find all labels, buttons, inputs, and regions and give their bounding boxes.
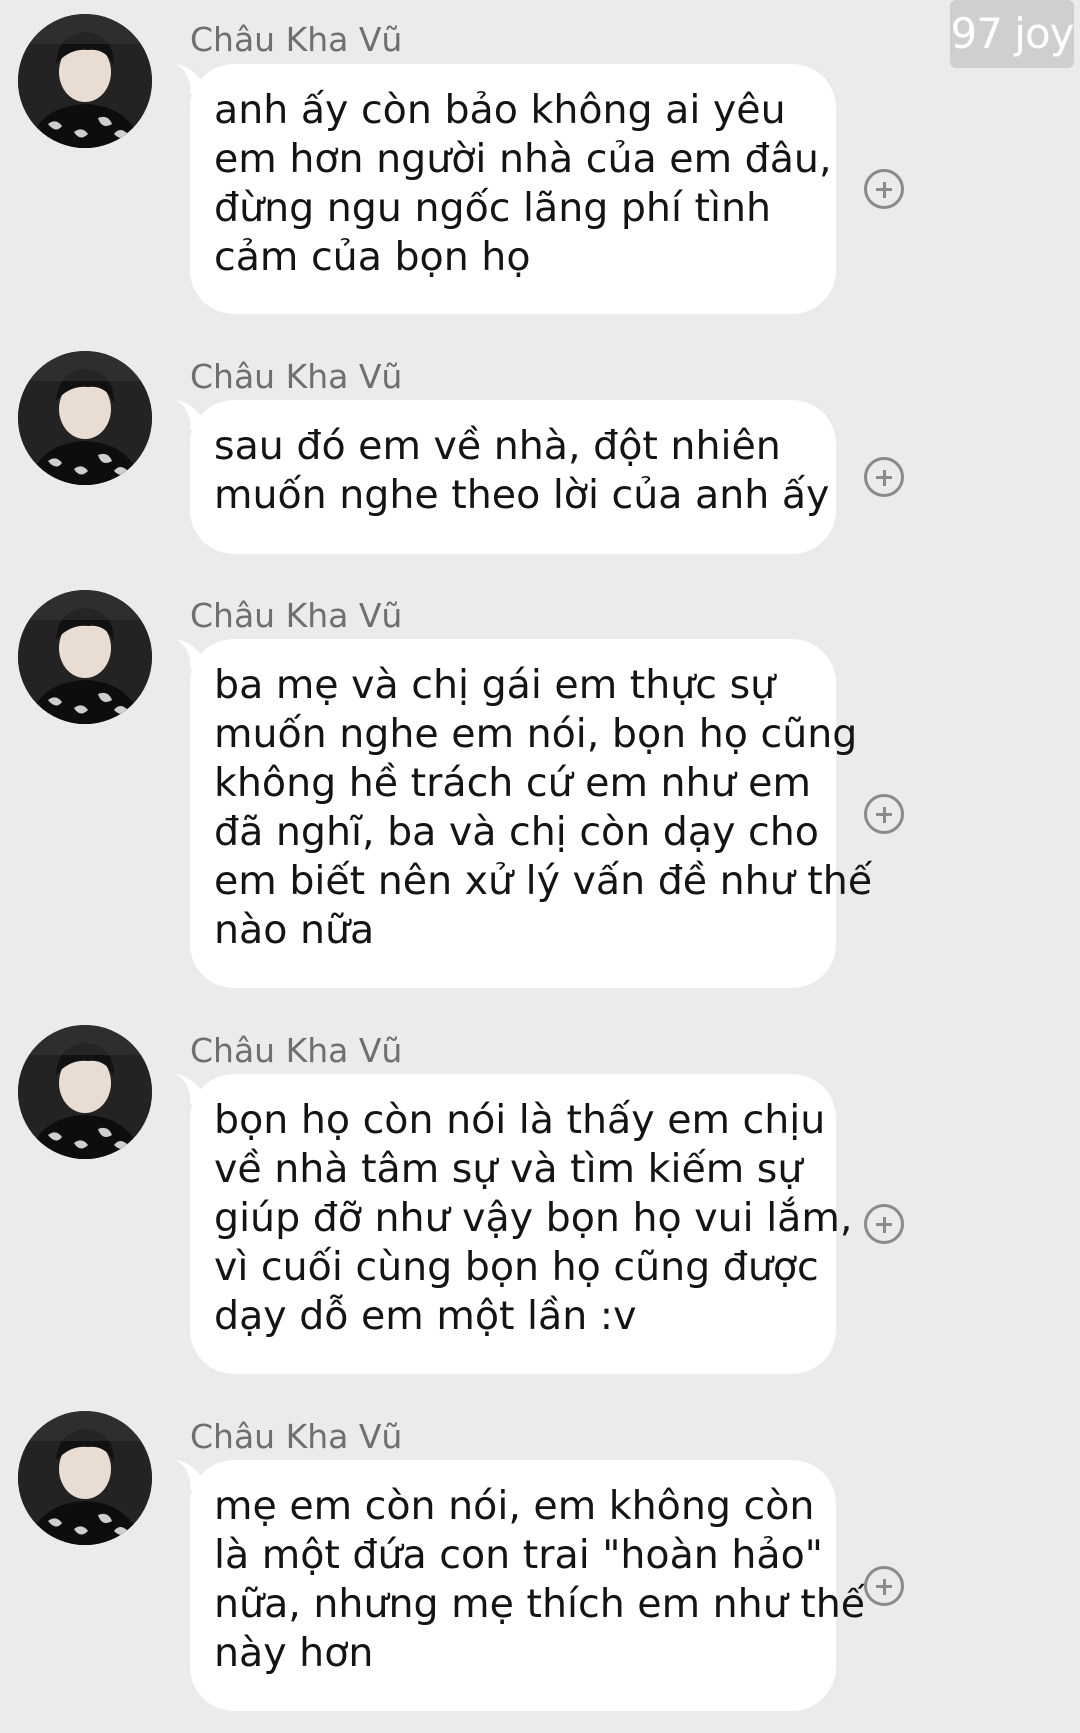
avatar[interactable] bbox=[18, 590, 152, 724]
sender-name: Châu Kha Vũ bbox=[190, 1417, 403, 1456]
message-line: dạy dỗ em một lần :v bbox=[214, 1293, 637, 1339]
message-line: muốn nghe em nói, bọn họ cũng bbox=[214, 711, 858, 757]
avatar[interactable] bbox=[18, 1025, 152, 1159]
message-line: vì cuối cùng bọn họ cũng được bbox=[214, 1244, 819, 1290]
message-line: em biết nên xử lý vấn đề như thế bbox=[214, 858, 873, 904]
message-bubble[interactable]: sau đó em về nhà, đột nhiên muốn nghe th… bbox=[190, 400, 836, 554]
add-reaction-icon[interactable] bbox=[864, 169, 904, 209]
message-line: cảm của bọn họ bbox=[214, 234, 531, 280]
avatar[interactable] bbox=[18, 14, 152, 148]
add-reaction-icon[interactable] bbox=[864, 457, 904, 497]
message-line: mẹ em còn nói, em không còn bbox=[214, 1483, 815, 1529]
sender-name: Châu Kha Vũ bbox=[190, 20, 403, 59]
sender-name: Châu Kha Vũ bbox=[190, 1031, 403, 1070]
message-line: ba mẹ và chị gái em thực sự bbox=[214, 662, 776, 708]
watermark: 97 joy bbox=[950, 0, 1075, 68]
add-reaction-icon[interactable] bbox=[864, 1204, 904, 1244]
message-line: em hơn người nhà của em đâu, bbox=[214, 136, 832, 182]
message-line: này hơn bbox=[214, 1630, 374, 1676]
message-line: anh ấy còn bảo không ai yêu bbox=[214, 87, 786, 133]
message-line: nữa, nhưng mẹ thích em như thế bbox=[214, 1581, 866, 1627]
message-line: đừng ngu ngốc lãng phí tình bbox=[214, 185, 772, 231]
message-bubble[interactable]: ba mẹ và chị gái em thực sự muốn nghe em… bbox=[190, 639, 873, 988]
message-bubble[interactable]: bọn họ còn nói là thấy em chịu về nhà tâ… bbox=[190, 1074, 853, 1374]
sender-name: Châu Kha Vũ bbox=[190, 596, 403, 635]
message-line: bọn họ còn nói là thấy em chịu bbox=[214, 1097, 826, 1143]
message-bubble[interactable]: anh ấy còn bảo không ai yêu em hơn người… bbox=[190, 64, 836, 314]
message-line: giúp đỡ như vậy bọn họ vui lắm, bbox=[214, 1195, 853, 1241]
message-line: muốn nghe theo lời của anh ấy bbox=[214, 472, 830, 518]
message-bubble[interactable]: mẹ em còn nói, em không còn là một đứa c… bbox=[190, 1460, 866, 1711]
message-line: nào nữa bbox=[214, 907, 375, 953]
avatar[interactable] bbox=[18, 351, 152, 485]
message-line: là một đứa con trai "hoàn hảo" bbox=[214, 1532, 823, 1578]
message-line: không hề trách cứ em như em bbox=[214, 760, 811, 806]
sender-name: Châu Kha Vũ bbox=[190, 357, 403, 396]
message-line: đã nghĩ, ba và chị còn dạy cho bbox=[214, 809, 819, 855]
add-reaction-icon[interactable] bbox=[864, 794, 904, 834]
add-reaction-icon[interactable] bbox=[864, 1566, 904, 1606]
message-line: sau đó em về nhà, đột nhiên bbox=[214, 423, 781, 469]
message-line: về nhà tâm sự và tìm kiếm sự bbox=[214, 1146, 803, 1192]
avatar[interactable] bbox=[18, 1411, 152, 1545]
